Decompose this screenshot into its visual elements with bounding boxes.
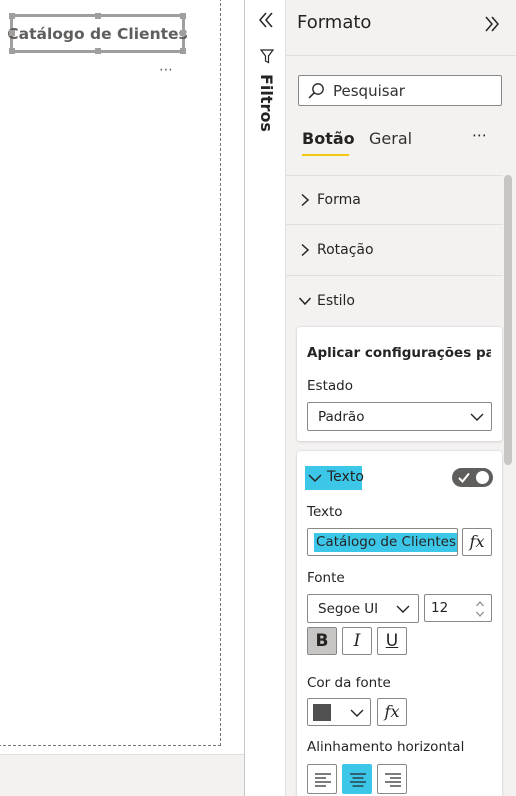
chevron-down-icon [308,474,322,483]
bold-button[interactable]: B [307,627,337,655]
chevron-down-icon [396,605,410,613]
visual-container-border [0,0,221,746]
search-input[interactable] [333,80,498,102]
resize-handle[interactable] [180,13,186,19]
text-field-label: Texto [307,504,343,520]
pane-scrollbar[interactable] [504,175,512,465]
font-color-picker[interactable] [307,698,371,726]
font-label: Fonte [307,570,345,586]
color-swatch [313,704,331,721]
chevron-down-icon [298,297,312,306]
more-options-icon[interactable]: ⋯ [472,126,488,144]
selected-text: Catálogo de Clientes [314,533,457,552]
collapse-left-icon[interactable] [256,10,276,30]
chevron-right-icon [301,193,310,207]
resize-handle[interactable] [95,48,101,54]
tab-geral[interactable]: Geral [369,129,412,148]
font-color-label: Cor da fonte [307,675,391,691]
resize-handle[interactable] [9,30,15,36]
font-family-value: Segoe UI [318,601,379,617]
active-tab-indicator [302,154,349,156]
text-settings-card: Texto Texto Catálogo de Clientes fx Font… [297,451,502,796]
chevron-right-icon [301,243,310,257]
apply-settings-title[interactable]: Aplicar configurações pa... [307,345,491,361]
search-icon [308,83,324,99]
align-center-button[interactable] [342,764,372,794]
resize-handle[interactable] [9,48,15,54]
section-label: Estilo [317,293,355,309]
toggle-knob [476,471,489,484]
expand-right-icon[interactable] [482,14,502,34]
italic-button[interactable]: I [342,627,372,655]
filters-pane-collapsed[interactable]: Filtros [244,0,286,796]
filter-icon [259,49,275,64]
text-toggle[interactable] [452,468,493,487]
checkmark-icon [458,472,470,483]
visual-more-options-icon[interactable]: ⋯ [159,62,174,78]
resize-handle[interactable] [180,48,186,54]
section-label: Rotação [317,242,374,258]
chevron-down-icon [350,709,364,717]
font-family-dropdown[interactable]: Segoe UI [307,594,419,623]
underline-button[interactable]: U [377,627,407,655]
font-size-value: 12 [431,600,449,616]
align-left-button[interactable] [307,764,337,794]
apply-settings-card: Aplicar configurações pa... Estado Padrã… [297,327,502,441]
state-value: Padrão [318,409,365,425]
canvas-footer [0,754,244,796]
font-size-stepper[interactable]: 12 [424,594,492,622]
align-right-icon [385,773,401,787]
section-rotacao[interactable]: Rotação [286,226,503,276]
horizontal-align-label: Alinhamento horizontal [307,739,465,755]
filters-label[interactable]: Filtros [257,74,276,132]
visual-title-text: Catálogo de Clientes [7,24,188,43]
resize-handle[interactable] [95,13,101,19]
button-text-input[interactable]: Catálogo de Clientes [307,528,458,556]
pane-title: Formato [297,12,372,33]
font-color-fx-button[interactable]: fx [377,698,407,726]
format-pane-header: Formato [286,0,516,56]
chevron-down-icon [470,413,484,421]
format-pane: Formato Botão Geral ⋯ Forma Rotação Esti… [286,0,516,796]
section-label: Forma [317,192,361,208]
spin-arrows-icon[interactable] [475,599,485,619]
search-box[interactable] [298,75,502,106]
section-estilo[interactable]: Estilo [286,277,503,327]
texto-card-header[interactable]: Texto [305,466,364,490]
align-left-icon [315,773,331,787]
text-fx-button[interactable]: fx [462,528,492,556]
texto-card-label: Texto [327,469,364,485]
section-forma[interactable]: Forma [286,175,503,225]
align-right-button[interactable] [377,764,407,794]
align-center-icon [350,773,366,787]
tab-botao[interactable]: Botão [302,129,355,148]
resize-handle[interactable] [180,30,186,36]
title-button-visual[interactable]: Catálogo de Clientes [7,13,188,54]
state-label: Estado [307,378,353,394]
report-canvas[interactable]: Catálogo de Clientes ⋯ [0,0,244,796]
state-dropdown[interactable]: Padrão [307,402,492,431]
resize-handle[interactable] [9,13,15,19]
